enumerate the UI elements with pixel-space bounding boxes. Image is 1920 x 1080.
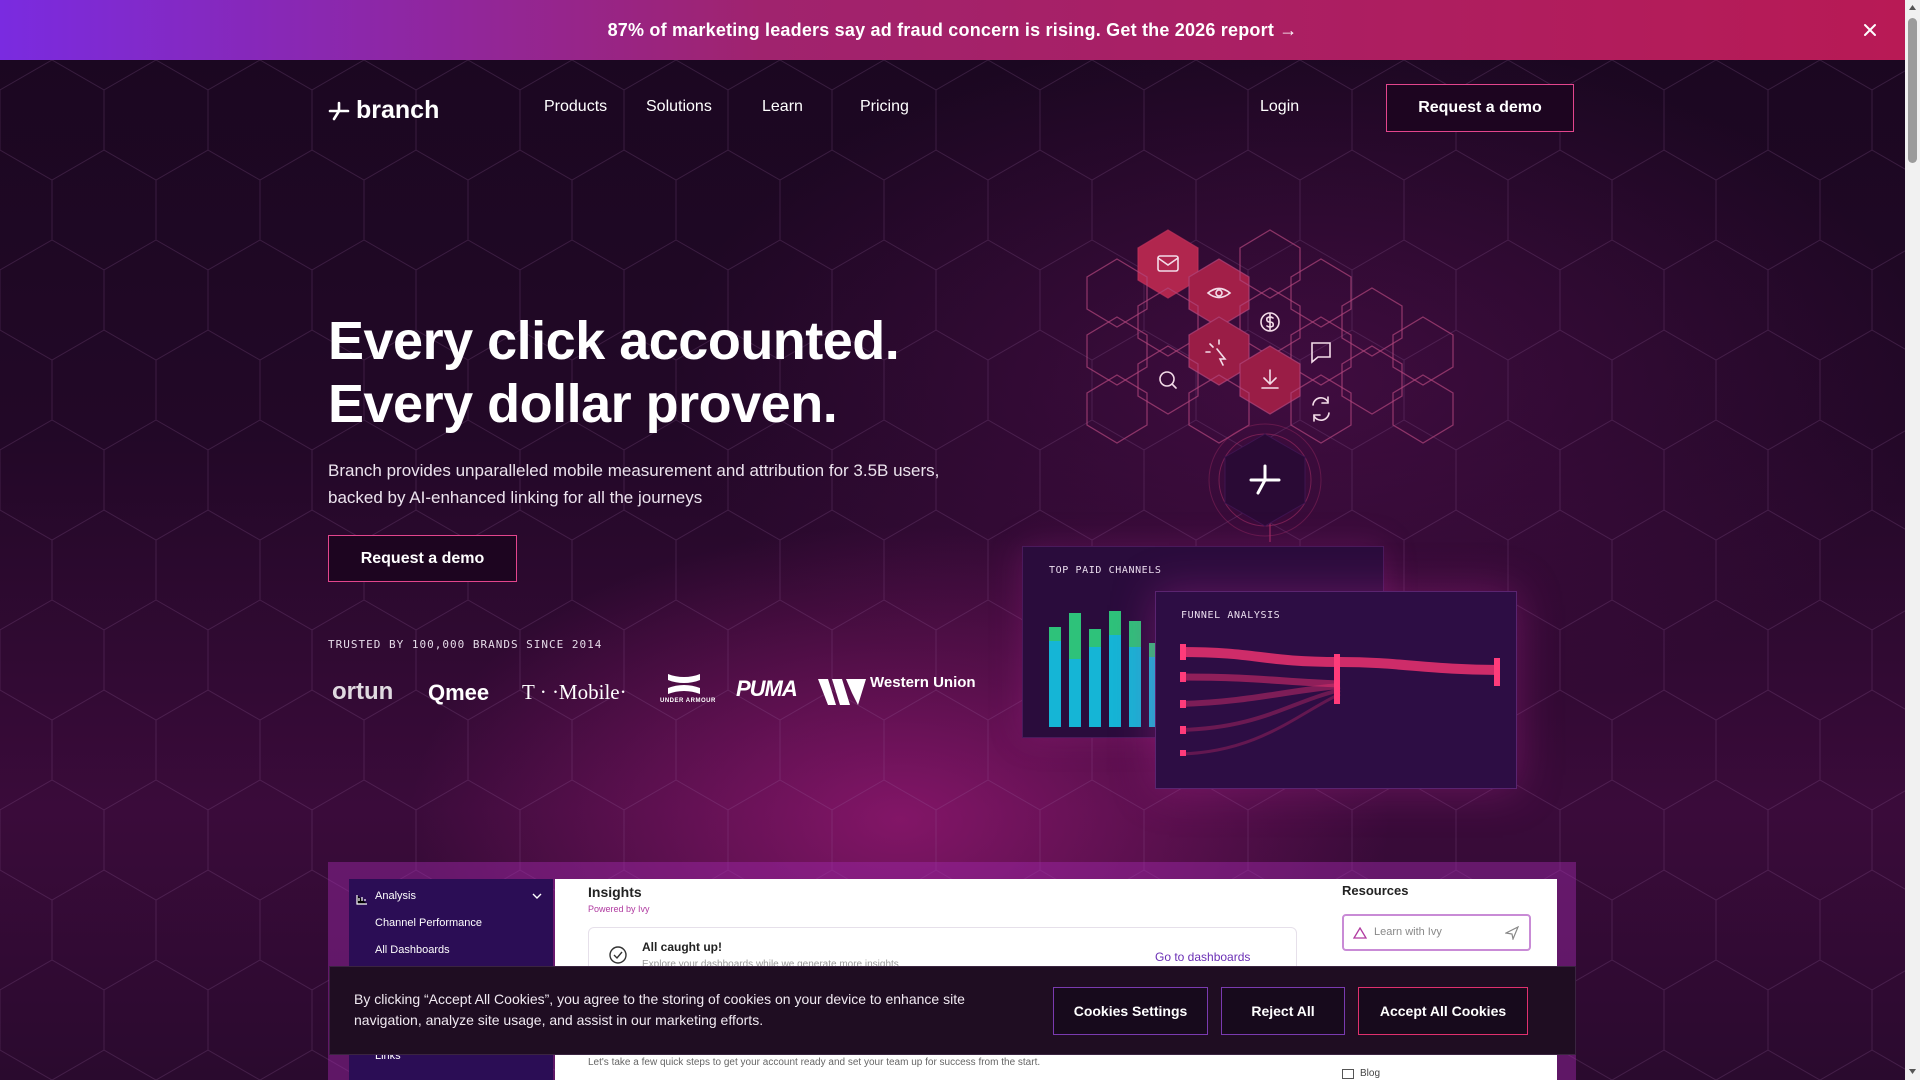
branch-hub xyxy=(1208,423,1322,537)
announcement-text[interactable]: 87% of marketing leaders say ad fraud co… xyxy=(608,20,1298,41)
branch-star-icon xyxy=(328,101,350,120)
accept-all-cookies-button[interactable]: Accept All Cookies xyxy=(1358,987,1528,1035)
insights-title: Insights xyxy=(588,884,642,900)
page-scrollbar[interactable] xyxy=(1905,0,1920,1080)
login-link[interactable]: Login xyxy=(1260,98,1299,116)
sidebar-section-analysis[interactable]: Analysis xyxy=(375,890,416,902)
funnel-analysis-flow xyxy=(1180,644,1500,756)
nav-learn[interactable]: Learn xyxy=(762,98,803,116)
branch-logo[interactable]: branch xyxy=(328,96,439,125)
scrollbar-thumb[interactable] xyxy=(1908,18,1917,163)
dollar-icon xyxy=(1260,312,1280,332)
cookies-settings-button[interactable]: Cookies Settings xyxy=(1053,987,1208,1035)
hero-title: Every click accounted. Every dollar prov… xyxy=(328,310,900,436)
sidebar-item-channel-performance[interactable]: Channel Performance xyxy=(375,917,482,929)
logo-text: branch xyxy=(356,96,440,124)
search-icon xyxy=(1159,371,1177,389)
nav-pricing[interactable]: Pricing xyxy=(860,98,909,116)
resources-title: Resources xyxy=(1342,883,1409,898)
logo-qmee: Qmee xyxy=(428,680,490,705)
top-navigation xyxy=(0,60,1905,158)
logo-under-armour: UNDER ARMOUR xyxy=(660,672,715,706)
logo-under-armour-text: UNDER ARMOUR xyxy=(660,698,716,704)
all-caught-up-label: All caught up! xyxy=(642,940,722,954)
trusted-label: TRUSTED BY 100,000 BRANDS SINCE 2014 xyxy=(328,638,603,651)
funnel-analysis-title: FUNNEL ANALYSIS xyxy=(1181,610,1281,621)
announcement-bar[interactable]: 87% of marketing leaders say ad fraud co… xyxy=(0,0,1905,60)
hero-title-line-2: Every dollar proven. xyxy=(328,374,838,434)
hero-request-demo-button[interactable]: Request a demo xyxy=(328,535,517,582)
hero-subtitle: Branch provides unparalleled mobile meas… xyxy=(328,461,940,507)
learn-with-ivy-placeholder: Learn with Ivy xyxy=(1374,926,1442,938)
refresh-icon xyxy=(1312,396,1330,422)
blog-icon xyxy=(1342,1069,1354,1079)
blog-label[interactable]: Blog xyxy=(1360,1068,1380,1079)
powered-by-ivy: Powered by Ivy xyxy=(588,904,650,914)
logo-western-union: Western Union xyxy=(818,674,976,710)
learn-with-ivy-input[interactable]: Learn with Ivy xyxy=(1342,914,1531,951)
chevron-down-icon[interactable] xyxy=(532,892,542,900)
nav-products[interactable]: Products xyxy=(544,98,607,116)
send-icon[interactable] xyxy=(1505,926,1519,940)
cookie-banner: By clicking “Accept All Cookies”, you ag… xyxy=(329,966,1576,1055)
funnel-analysis-card: FUNNEL ANALYSIS xyxy=(1155,591,1517,789)
top-paid-channels-title: TOP PAID CHANNELS xyxy=(1049,565,1162,576)
logo-western-union-text: Western Union xyxy=(870,674,976,691)
ivy-icon xyxy=(1353,927,1367,939)
setup-text: Let's take a few quick steps to get your… xyxy=(588,1057,1041,1068)
scroll-down-arrow-icon[interactable] xyxy=(1908,1068,1917,1075)
logo-fortuna: ortun xyxy=(332,678,394,705)
sidebar-item-all-dashboards[interactable]: All Dashboards xyxy=(375,944,450,956)
under-armour-mark-icon xyxy=(668,674,700,694)
logo-tmobile: T · ·Mobile· xyxy=(522,680,627,704)
cookie-text: By clicking “Accept All Cookies”, you ag… xyxy=(354,991,965,1028)
close-icon[interactable] xyxy=(1857,17,1883,43)
brand-logos: ortun Qmee T · ·Mobile· UNDER ARMOUR PUM… xyxy=(328,672,976,712)
check-circle-icon xyxy=(609,946,627,964)
scroll-up-arrow-icon[interactable] xyxy=(1908,4,1917,11)
chat-icon xyxy=(1311,342,1331,364)
logo-puma: PUMA xyxy=(736,676,798,701)
reject-all-button[interactable]: Reject All xyxy=(1221,987,1345,1035)
hero-title-line-1: Every click accounted. xyxy=(328,311,900,371)
western-union-mark-icon xyxy=(818,679,866,705)
nav-solutions[interactable]: Solutions xyxy=(646,98,712,116)
go-to-dashboards-link[interactable]: Go to dashboards xyxy=(1155,950,1250,964)
analysis-icon xyxy=(356,892,368,905)
nav-request-demo-button[interactable]: Request a demo xyxy=(1386,84,1574,132)
